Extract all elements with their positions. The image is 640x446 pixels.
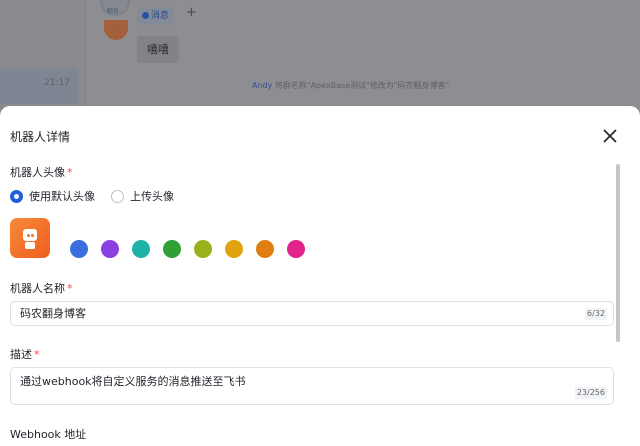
color-swatch[interactable] [287,240,305,258]
radio-unchecked-icon [111,189,124,203]
system-message: Andy 将群名称"ApexBase测试"修改为"码农翻身博客" [252,81,450,90]
avatar: 翻身 [100,0,130,16]
avatar-label: 机器人头像 * [10,166,73,179]
description-textarea[interactable]: 通过webhook将自定义服务的消息推送至飞书 23/256 [10,367,614,405]
color-swatch[interactable] [194,240,212,258]
tag-icon [142,12,149,19]
color-picker [70,240,305,258]
chat-list: 21:17 [0,0,86,110]
description-label: 描述 * [10,348,40,361]
message-bubble: 嘻嘻 [137,36,179,63]
bot-avatar [104,20,128,40]
color-swatch[interactable] [163,240,181,258]
add-icon[interactable]: + [186,5,197,20]
chat-list-item-selected[interactable]: 21:17 [0,68,78,104]
color-swatch[interactable] [225,240,243,258]
modal-title: 机器人详情 [10,130,71,144]
name-label: 机器人名称 * [10,282,73,295]
bot-detail-modal: 机器人详情 机器人头像 * 使用默认头像 上传头像 机器人名称 * 码农翻身博客 6… [0,106,640,446]
webhook-label: Webhook 地址 [10,428,87,441]
radio-upload-avatar[interactable]: 上传头像 [111,188,174,204]
close-icon[interactable] [602,128,618,144]
name-char-count: 6/32 [585,308,607,320]
robot-avatar-icon[interactable] [10,218,50,258]
color-swatch[interactable] [70,240,88,258]
name-input[interactable]: 码农翻身博客 6/32 [10,301,614,326]
chat-time: 21:17 [44,78,70,88]
color-swatch[interactable] [101,240,119,258]
color-swatch[interactable] [132,240,150,258]
radio-checked-icon [10,189,23,203]
scrollbar[interactable] [616,164,620,342]
message-tag[interactable]: 消息 [137,7,175,25]
color-swatch[interactable] [256,240,274,258]
description-char-count: 23/256 [574,387,607,399]
radio-default-avatar[interactable]: 使用默认头像 [10,188,95,204]
